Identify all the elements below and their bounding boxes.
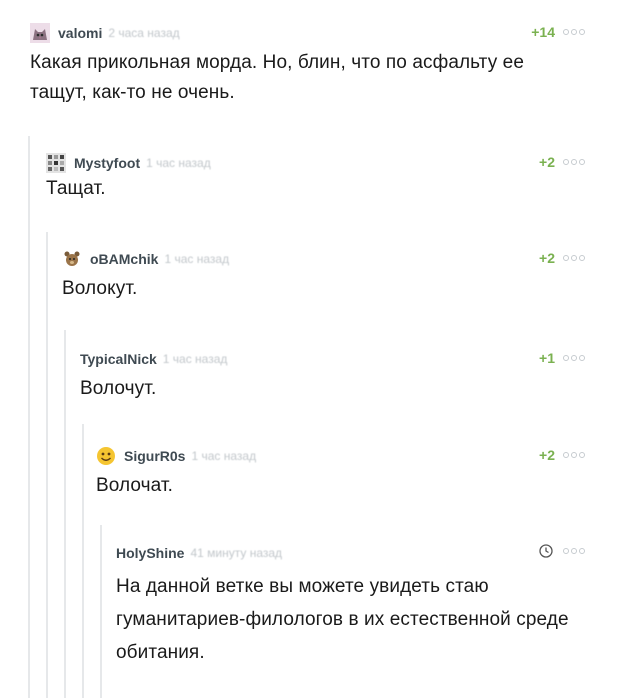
rating-score: +14 <box>531 24 555 40</box>
timestamp: 1 час назад <box>146 156 211 170</box>
rating-score: +1 <box>539 350 555 366</box>
comment-holyshine: HolyShine 41 минуту назад На данной ветк… <box>116 542 585 669</box>
more-options-icon[interactable] <box>563 159 585 165</box>
timestamp: 1 час назад <box>162 352 228 366</box>
comment-text: Волочут. <box>80 378 157 399</box>
more-options-icon[interactable] <box>563 452 585 458</box>
pixel-avatar-icon[interactable] <box>46 153 66 173</box>
timestamp: 41 минуту назад <box>190 546 283 560</box>
comment-header: oBAMchik 1 час назад +2 <box>62 248 585 270</box>
timestamp: 2 часа назад <box>108 26 180 40</box>
more-options-icon[interactable] <box>563 548 585 554</box>
score-area: +14 <box>531 24 585 40</box>
rating-score: +2 <box>539 154 555 170</box>
thread-line-3[interactable] <box>64 330 66 698</box>
timestamp: 1 час назад <box>191 449 257 463</box>
comment-valomi: valomi 2 часа назад +14 Какая прикольная… <box>30 22 585 108</box>
comment-mystyfoot: Mystyfoot 1 час назад +2 Тащат. <box>46 152 585 204</box>
username[interactable]: HolyShine <box>116 545 184 561</box>
comment-thread: valomi 2 часа назад +14 Какая прикольная… <box>0 0 620 698</box>
thread-line-5[interactable] <box>100 525 102 698</box>
more-options-icon[interactable] <box>563 29 585 35</box>
bear-avatar-icon[interactable] <box>62 249 82 269</box>
score-area <box>539 544 585 558</box>
comment-header: valomi 2 часа назад +14 <box>30 22 585 44</box>
username[interactable]: valomi <box>58 25 102 41</box>
score-area: +2 <box>539 154 585 170</box>
thread-line-4[interactable] <box>82 424 84 698</box>
comment-typicalnick: TypicalNick 1 час назад +1 Волочут. <box>80 348 585 404</box>
comment-text: Волокут. <box>62 278 138 299</box>
comment-header: Mystyfoot 1 час назад +2 <box>46 152 585 174</box>
rating-score: +2 <box>539 447 555 463</box>
more-options-icon[interactable] <box>563 355 585 361</box>
rating-score: +2 <box>539 250 555 266</box>
comment-text: На данной ветке вы можете увидеть стаю г… <box>116 576 569 663</box>
comment-header: TypicalNick 1 час назад +1 <box>80 348 585 370</box>
score-area: +1 <box>539 350 585 366</box>
clock-icon <box>539 544 553 558</box>
comment-text: Тащат. <box>46 178 106 199</box>
timestamp: 1 час назад <box>164 252 230 266</box>
comment-text: Волочат. <box>96 475 173 496</box>
comment-sigurr0s: SigurR0s 1 час назад +2 Волочат. <box>96 445 585 501</box>
username[interactable]: TypicalNick <box>80 351 157 367</box>
comment-header: HolyShine 41 минуту назад <box>116 542 585 564</box>
thread-line-1[interactable] <box>28 136 30 698</box>
score-area: +2 <box>539 250 585 266</box>
cat-avatar-icon[interactable] <box>30 23 50 43</box>
comment-text: Какая прикольная морда. Но, блин, что по… <box>30 52 525 103</box>
score-area: +2 <box>539 447 585 463</box>
smiley-avatar-icon[interactable] <box>96 446 116 466</box>
username[interactable]: SigurR0s <box>124 448 185 464</box>
comment-obamchik: oBAMchik 1 час назад +2 Волокут. <box>62 248 585 304</box>
more-options-icon[interactable] <box>563 255 585 261</box>
comment-header: SigurR0s 1 час назад +2 <box>96 445 585 467</box>
username[interactable]: Mystyfoot <box>74 155 140 171</box>
thread-line-2[interactable] <box>46 232 48 698</box>
username[interactable]: oBAMchik <box>90 251 158 267</box>
